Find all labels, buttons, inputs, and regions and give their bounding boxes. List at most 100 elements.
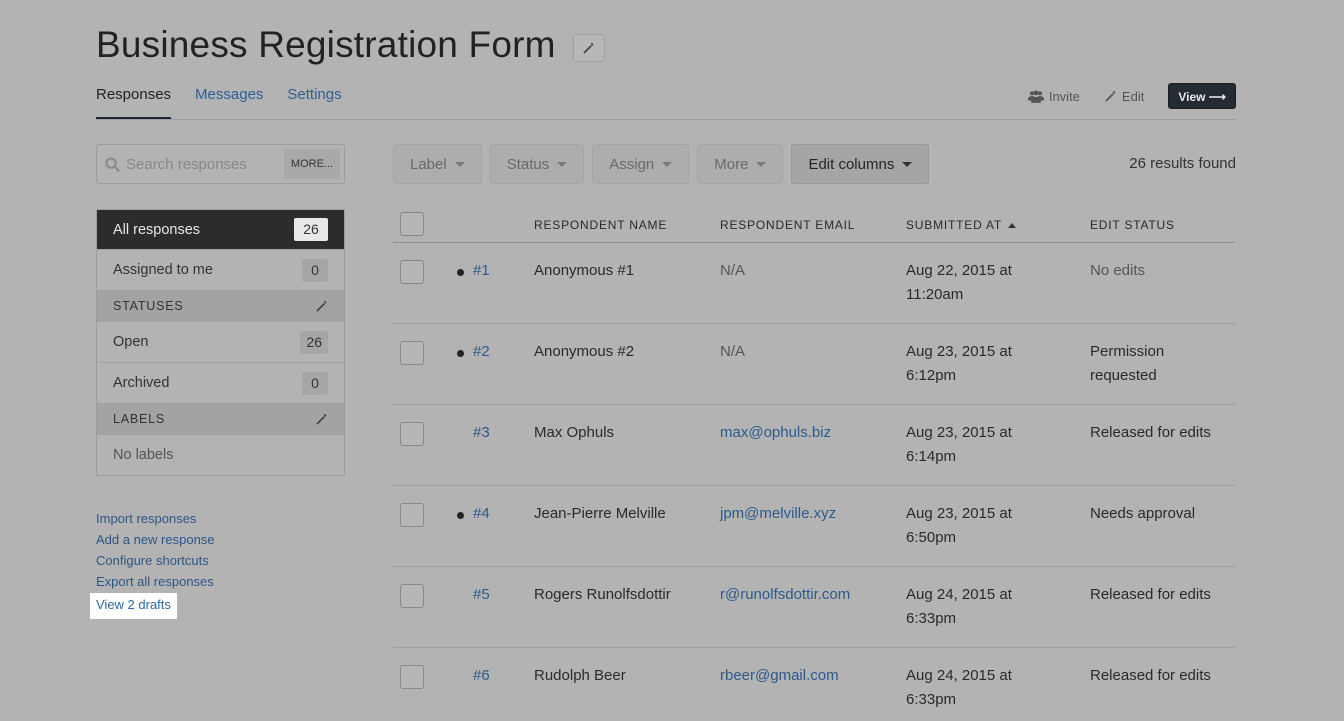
edit-columns-dropdown[interactable]: Edit columns — [791, 144, 930, 184]
respondent-email[interactable]: jpm@melville.xyz — [720, 505, 836, 522]
submitted-time: 6:12pm — [906, 367, 957, 384]
responses-table: RESPONDENT NAME RESPONDENT EMAIL SUBMITT… — [393, 209, 1235, 721]
sidebar-item-open[interactable]: Open 26 — [97, 322, 344, 363]
submitted-at: Aug 24, 2015 at 6:33pm — [906, 583, 1066, 631]
add-response-link[interactable]: Add a new response — [96, 530, 215, 551]
response-number-link[interactable]: #3 — [473, 424, 490, 441]
edit-title-button[interactable] — [572, 34, 605, 62]
column-header-name[interactable]: RESPONDENT NAME — [534, 218, 667, 232]
statuses-heading: STATUSES — [113, 299, 184, 313]
table-row[interactable]: #1 Anonymous #1 N/A Aug 22, 2015 at 11:20… — [393, 243, 1235, 324]
caret-down-icon — [662, 161, 673, 167]
column-header-submitted[interactable]: SUBMITTED AT — [906, 218, 1017, 232]
edit-labels-icon[interactable] — [315, 413, 328, 426]
respondent-email[interactable]: max@ophuls.biz — [720, 424, 831, 441]
submitted-time: 11:20am — [906, 286, 964, 303]
view-drafts-link[interactable]: View 2 drafts — [90, 593, 177, 619]
respondent-email[interactable]: r@runolfsdottir.com — [720, 586, 850, 603]
results-count: 26 results found — [1129, 155, 1236, 172]
main-tabs: Responses Messages Settings — [96, 86, 342, 119]
sidebar-item-assigned-to-me[interactable]: Assigned to me 0 — [97, 250, 344, 291]
caret-down-icon — [756, 161, 767, 167]
column-header-edit-status[interactable]: EDIT STATUS — [1090, 218, 1175, 232]
response-number-link[interactable]: #2 — [473, 343, 490, 360]
sidebar-links: Import responses Add a new response Conf… — [90, 509, 215, 619]
respondent-email: N/A — [720, 343, 746, 360]
respondent-name: Anonymous #1 — [534, 262, 635, 279]
count-badge: 26 — [294, 218, 328, 241]
submitted-date: Aug 23, 2015 at — [906, 505, 1012, 522]
column-header-email[interactable]: RESPONDENT EMAIL — [720, 218, 855, 232]
pencil-icon — [1105, 90, 1116, 101]
respondent-name: Max Ophuls — [534, 424, 615, 441]
submitted-date: Aug 24, 2015 at — [906, 586, 1012, 603]
count-badge: 26 — [300, 330, 328, 354]
sidebar-item-archived[interactable]: Archived 0 — [97, 363, 344, 404]
respondent-name: Jean-Pierre Melville — [534, 505, 666, 522]
table-header: RESPONDENT NAME RESPONDENT EMAIL SUBMITT… — [393, 209, 1235, 243]
top-actions: Invite Edit View ⟶ — [1027, 83, 1236, 109]
table-row[interactable]: #4 Jean-Pierre Melville jpm@melville.xyz… — [393, 486, 1235, 567]
edit-status: Released for edits — [1090, 586, 1211, 603]
column-label: SUBMITTED AT — [906, 218, 1003, 232]
row-checkbox[interactable] — [400, 260, 424, 284]
response-number-link[interactable]: #4 — [473, 505, 490, 522]
table-row[interactable]: #3 Max Ophuls max@ophuls.biz Aug 23, 201… — [393, 405, 1235, 486]
assign-dropdown-text: Assign — [609, 155, 655, 173]
table-row[interactable]: #6 Rudolph Beer rbeer@gmail.com Aug 24, … — [393, 648, 1235, 721]
unread-dot-icon — [457, 512, 464, 519]
tab-messages[interactable]: Messages — [195, 86, 263, 119]
pencil-icon — [583, 42, 594, 53]
view-form-button[interactable]: View ⟶ — [1168, 83, 1236, 109]
submitted-at: Aug 24, 2015 at 6:33pm — [906, 664, 1066, 712]
status-dropdown[interactable]: Status — [489, 144, 585, 184]
labels-heading: LABELS — [113, 412, 166, 426]
row-checkbox[interactable] — [400, 584, 424, 608]
edit-statuses-icon[interactable] — [315, 300, 328, 313]
more-dropdown[interactable]: More — [697, 144, 784, 184]
submitted-at: Aug 23, 2015 at 6:12pm — [906, 340, 1066, 388]
table-row[interactable]: #2 Anonymous #2 N/A Aug 23, 2015 at 6:12p… — [393, 324, 1235, 405]
statuses-header: STATUSES — [97, 291, 344, 322]
edit-status: Permission requested — [1090, 343, 1165, 384]
response-number-link[interactable]: #5 — [473, 586, 490, 603]
search-input[interactable] — [126, 155, 286, 173]
select-all-checkbox[interactable] — [400, 212, 424, 236]
row-checkbox[interactable] — [400, 665, 424, 689]
response-number-link[interactable]: #1 — [473, 262, 490, 279]
sidebar-item-label: All responses — [113, 221, 201, 238]
count-badge: 0 — [302, 258, 328, 282]
edit-status: Released for edits — [1090, 424, 1211, 441]
submitted-at: Aug 23, 2015 at 6:14pm — [906, 421, 1066, 469]
submitted-time: 6:33pm — [906, 691, 957, 708]
labels-header: LABELS — [97, 404, 344, 435]
row-checkbox[interactable] — [400, 422, 424, 446]
tab-settings[interactable]: Settings — [287, 86, 341, 119]
edit-status: Released for edits — [1090, 667, 1211, 684]
tab-responses[interactable]: Responses — [96, 86, 172, 119]
search-more-button[interactable]: MORE... — [284, 149, 340, 179]
respondent-name: Rudolph Beer — [534, 667, 626, 684]
export-responses-link[interactable]: Export all responses — [96, 572, 215, 593]
response-number-link[interactable]: #6 — [473, 667, 490, 684]
column-label: RESPONDENT NAME — [534, 218, 668, 232]
sidebar-item-all-responses[interactable]: All responses 26 — [97, 210, 344, 250]
respondent-email[interactable]: rbeer@gmail.com — [720, 667, 839, 684]
submitted-date: Aug 23, 2015 at — [906, 424, 1012, 441]
respondent-email: N/A — [720, 262, 746, 279]
edit-form-button[interactable]: Edit — [1104, 89, 1144, 104]
import-responses-link[interactable]: Import responses — [96, 509, 215, 530]
assign-dropdown[interactable]: Assign — [592, 144, 690, 184]
table-row[interactable]: #5 Rogers Runolfsdottir r@runolfsdottir.… — [393, 567, 1235, 648]
respondent-name: Rogers Runolfsdottir — [534, 586, 671, 603]
row-checkbox[interactable] — [400, 503, 424, 527]
unread-dot-icon — [457, 350, 464, 357]
configure-shortcuts-link[interactable]: Configure shortcuts — [96, 551, 215, 572]
label-dropdown[interactable]: Label — [393, 144, 482, 184]
submitted-at: Aug 22, 2015 at 11:20am — [906, 259, 1066, 307]
invite-button[interactable]: Invite — [1027, 89, 1080, 104]
row-checkbox[interactable] — [400, 341, 424, 365]
submitted-time: 6:14pm — [906, 448, 957, 465]
users-icon — [1027, 90, 1044, 103]
sidebar-item-label: Archived — [113, 375, 170, 391]
